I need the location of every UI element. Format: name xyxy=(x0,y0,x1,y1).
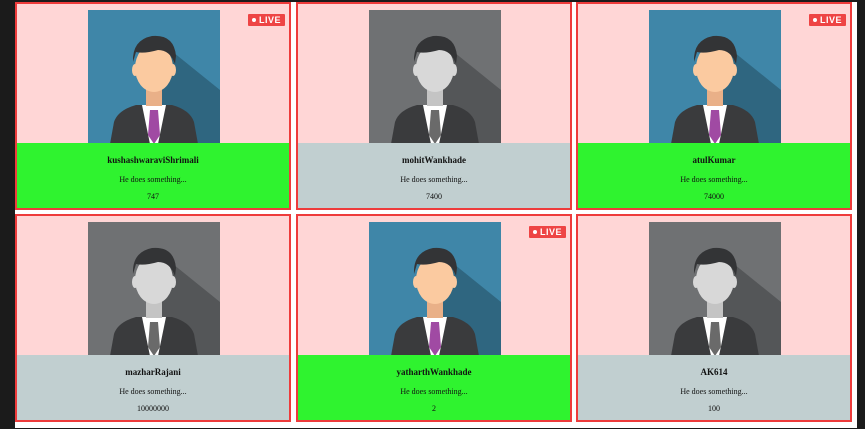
profile-info: AK614 He does something... 100 xyxy=(578,355,850,420)
profile-description: He does something... xyxy=(400,175,468,184)
live-label: LIVE xyxy=(258,15,281,25)
live-label: LIVE xyxy=(819,15,842,25)
live-badge: LIVE xyxy=(808,14,846,26)
profile-description: He does something... xyxy=(680,387,748,396)
profile-card[interactable]: mazharRajani He does something... 100000… xyxy=(15,214,291,422)
profile-description: He does something... xyxy=(680,175,748,184)
live-dot-icon xyxy=(812,18,817,22)
gray-avatar-icon xyxy=(369,10,501,144)
profile-card[interactable]: LIVE yatharthWankhade He does something.… xyxy=(296,214,572,422)
profile-info: kushashwaraviShrimali He does something.… xyxy=(17,143,289,208)
profile-card[interactable]: AK614 He does something... 100 xyxy=(576,214,852,422)
profile-info: atulKumar He does something... 74000 xyxy=(578,143,850,208)
profile-count: 747 xyxy=(147,192,159,201)
profile-name: atulKumar xyxy=(692,155,736,165)
live-badge: LIVE xyxy=(247,14,285,26)
profile-count: 7400 xyxy=(426,192,442,201)
profile-grid: LIVE kushashwaraviShrimali He does somet… xyxy=(15,2,857,428)
live-dot-icon xyxy=(251,18,256,22)
profile-name: kushashwaraviShrimali xyxy=(107,155,199,165)
live-label: LIVE xyxy=(539,227,562,237)
profile-name: yatharthWankhade xyxy=(396,367,472,377)
profile-info: mohitWankhade He does something... 7400 xyxy=(298,143,570,208)
colored-avatar-icon xyxy=(369,222,501,356)
gray-avatar-icon xyxy=(649,222,781,356)
profile-count: 10000000 xyxy=(137,404,169,413)
profile-card[interactable]: LIVE kushashwaraviShrimali He does somet… xyxy=(15,2,291,210)
colored-avatar-icon xyxy=(649,10,781,144)
profile-card[interactable]: mohitWankhade He does something... 7400 xyxy=(296,2,572,210)
profile-description: He does something... xyxy=(119,175,187,184)
profile-name: AK614 xyxy=(700,367,728,377)
profile-name: mohitWankhade xyxy=(401,155,467,165)
profile-card[interactable]: LIVE atulKumar He does something... 7400… xyxy=(576,2,852,210)
profile-description: He does something... xyxy=(400,387,468,396)
profile-name: mazharRajani xyxy=(125,367,181,377)
profile-count: 2 xyxy=(432,404,436,413)
colored-avatar-icon xyxy=(88,10,220,144)
live-badge: LIVE xyxy=(528,226,566,238)
profile-info: mazharRajani He does something... 100000… xyxy=(17,355,289,420)
live-dot-icon xyxy=(532,230,537,234)
profile-description: He does something... xyxy=(119,387,187,396)
profile-info: yatharthWankhade He does something... 2 xyxy=(298,355,570,420)
gray-avatar-icon xyxy=(88,222,220,356)
profile-count: 74000 xyxy=(704,192,724,201)
profile-count: 100 xyxy=(708,404,720,413)
